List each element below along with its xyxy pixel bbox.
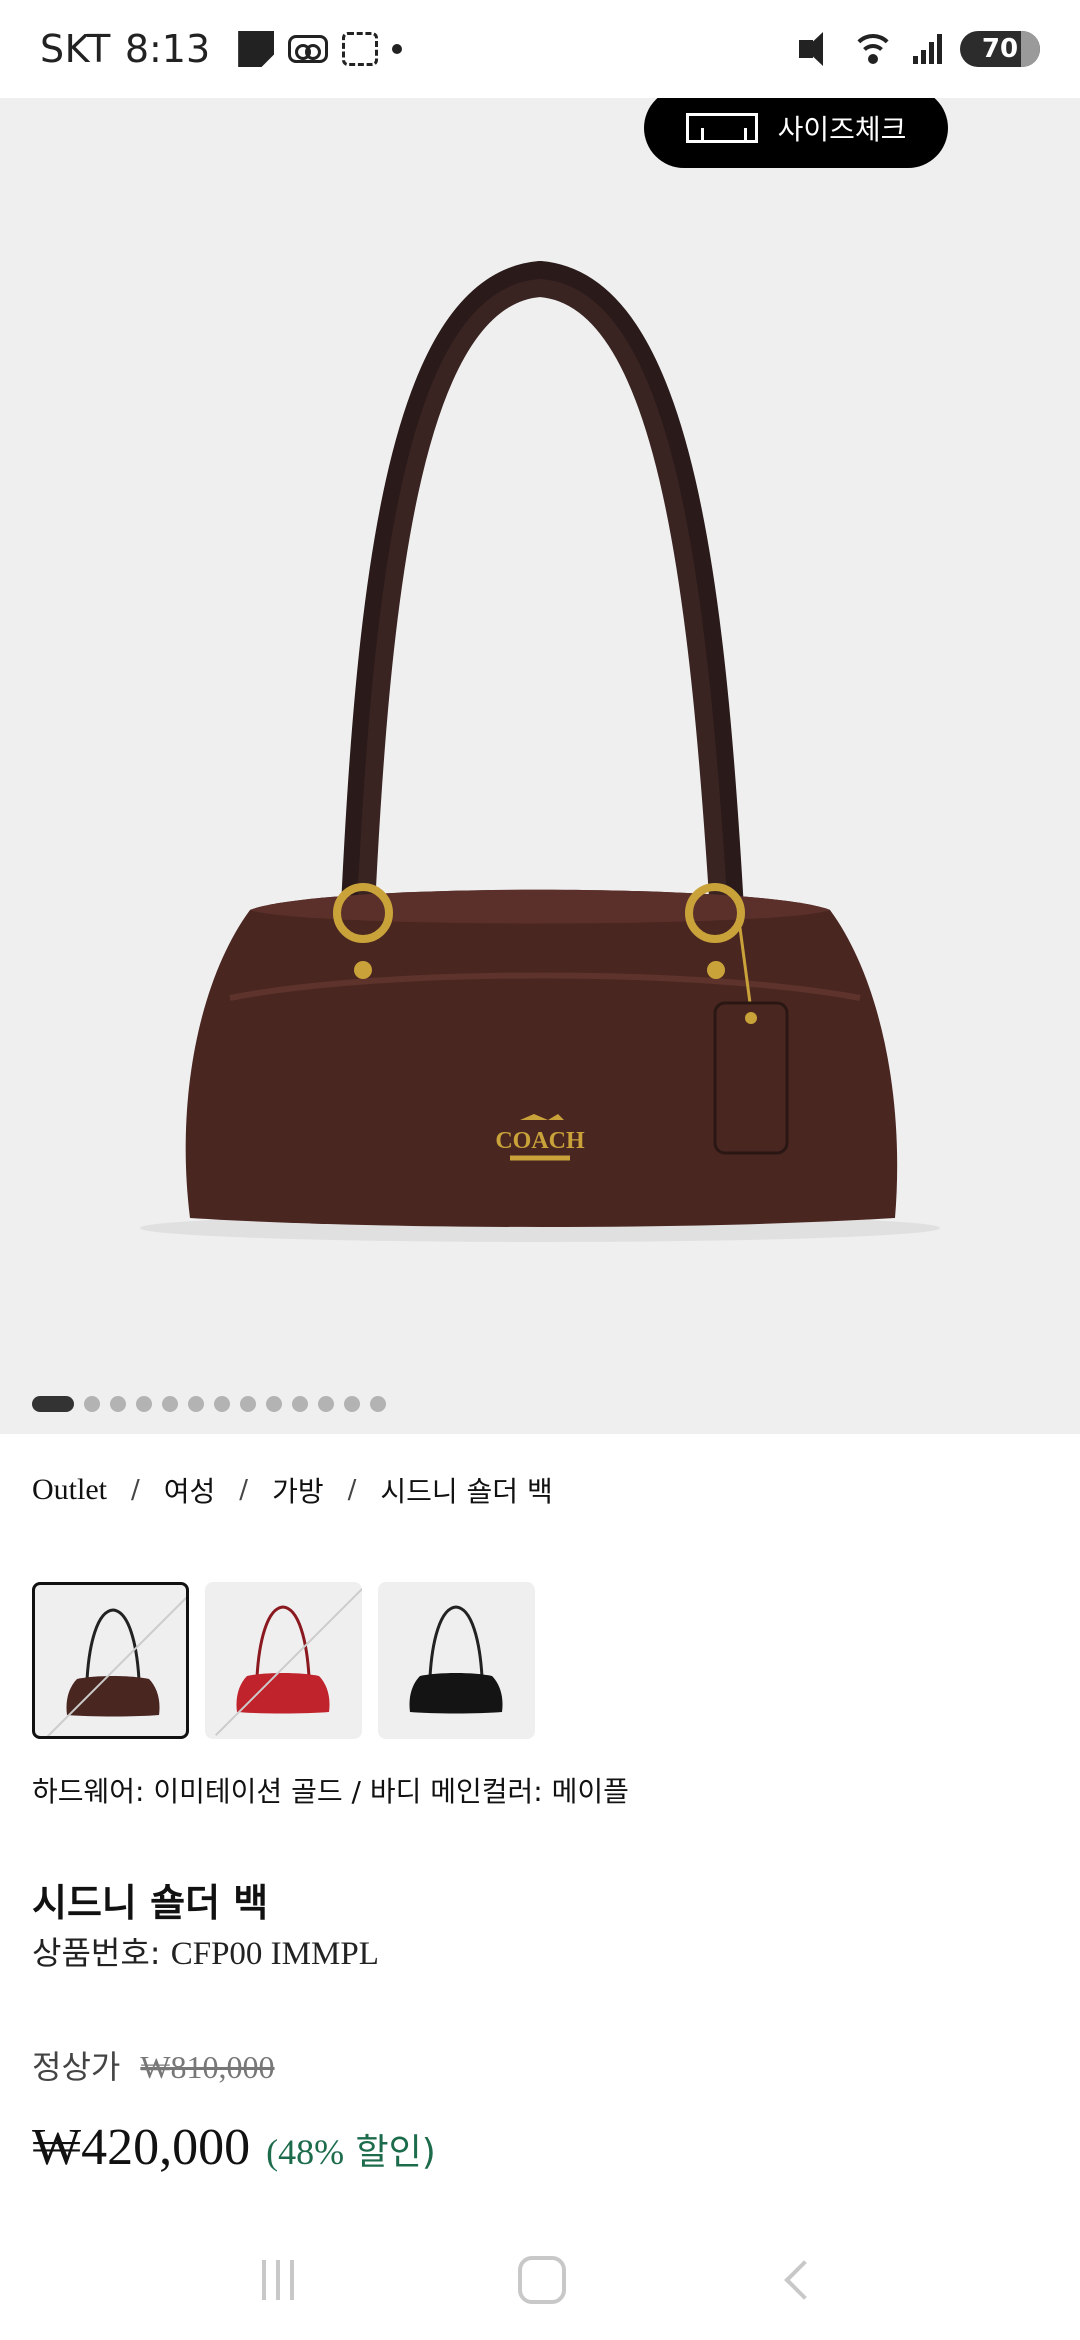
- bag-hangtag: [713, 1001, 789, 1155]
- breadcrumb-item-current: 시드니 숄더 백: [380, 1475, 553, 1508]
- recent-apps-button[interactable]: [262, 2260, 294, 2300]
- product-code-value: CFP00 IMMPL: [170, 1936, 379, 1972]
- bag-strap-back: [340, 260, 745, 943]
- discount-text: 할인): [355, 2132, 436, 2173]
- carousel-dot[interactable]: [214, 1396, 230, 1412]
- battery-level: 70: [981, 34, 1019, 64]
- sale-price: ₩420,000 (48% 할인): [32, 2118, 436, 2177]
- note-icon: [238, 31, 275, 67]
- system-nav-bar: [0, 2220, 1080, 2340]
- carousel-dot[interactable]: [318, 1396, 334, 1412]
- status-bar: SKT 8:13 70: [0, 0, 1080, 98]
- carousel-dot[interactable]: [266, 1396, 282, 1412]
- swatch-bag-thumbnail: [409, 1605, 503, 1714]
- sale-price-value: ₩420,000: [32, 2119, 251, 2176]
- carousel-pagination[interactable]: [32, 1396, 386, 1412]
- product-code: 상품번호: CFP00 IMMPL: [32, 1928, 379, 1974]
- color-swatch-list: [32, 1582, 535, 1739]
- carousel-dot[interactable]: [344, 1396, 360, 1412]
- carrier-label: SKT: [40, 27, 111, 71]
- size-check-label: 사이즈체크: [777, 113, 907, 146]
- carousel-dot[interactable]: [370, 1396, 386, 1412]
- breadcrumb-separator: /: [239, 1475, 249, 1505]
- breadcrumb-item-women[interactable]: 여성: [164, 1470, 216, 1510]
- breadcrumb-item-outlet[interactable]: Outlet: [32, 1473, 107, 1507]
- bag-rivet-left: [354, 961, 372, 979]
- status-right: 70: [799, 31, 1040, 67]
- home-button[interactable]: [518, 2256, 566, 2304]
- back-button[interactable]: [784, 2260, 824, 2300]
- clock: 8:13: [124, 27, 211, 71]
- size-check-button[interactable]: 사이즈체크: [644, 98, 948, 168]
- carousel-dot-active[interactable]: [32, 1396, 74, 1412]
- mute-icon: [799, 32, 833, 66]
- hardware-color-text: 하드웨어: 이미테이션 골드 / 바디 메인컬러: 메이플: [32, 1775, 629, 1808]
- carousel-dot[interactable]: [136, 1396, 152, 1412]
- carousel-dot[interactable]: [188, 1396, 204, 1412]
- product-image: COACH: [140, 260, 940, 1242]
- breadcrumb-separator: /: [131, 1475, 140, 1505]
- battery-indicator: 70: [960, 31, 1040, 67]
- product-title: 시드니 숄더 백: [32, 1881, 269, 1925]
- bag-rivet-right: [707, 961, 725, 979]
- swatch-bag-thumbnail: [236, 1605, 330, 1714]
- discount-percent: 48%: [278, 2132, 345, 2172]
- carousel-dot[interactable]: [84, 1396, 100, 1412]
- status-left: SKT 8:13: [40, 27, 403, 71]
- color-swatch-3[interactable]: [378, 1582, 535, 1739]
- carousel-dot[interactable]: [292, 1396, 308, 1412]
- signal-icon: [913, 34, 942, 64]
- color-swatch-2[interactable]: [205, 1582, 362, 1739]
- breadcrumb-separator: /: [347, 1475, 357, 1505]
- ruler-icon: [685, 113, 758, 143]
- regular-price: 정상가 ₩810,000: [32, 2042, 275, 2088]
- voicemail-icon: [288, 35, 329, 63]
- breadcrumb-item-bags[interactable]: 가방: [272, 1470, 324, 1510]
- carousel-dot[interactable]: [110, 1396, 126, 1412]
- product-image-carousel[interactable]: COACH 사이즈체크: [0, 98, 1080, 1434]
- carousel-dot[interactable]: [162, 1396, 178, 1412]
- notification-dot-icon: [392, 44, 403, 54]
- regular-price-label: 정상가: [32, 2048, 121, 2086]
- color-swatch-1[interactable]: [32, 1582, 189, 1739]
- swatch-bag-thumbnail: [66, 1608, 160, 1717]
- product-code-label: 상품번호:: [32, 1934, 161, 1972]
- carousel-dot[interactable]: [240, 1396, 256, 1412]
- screen-scan-icon: [342, 32, 379, 66]
- breadcrumb: Outlet / 여성 / 가방 / 시드니 숄더 백: [32, 1470, 553, 1510]
- bag-body: [185, 889, 898, 1227]
- discount-badge: (48% 할인): [266, 2123, 436, 2175]
- discount-open: (: [266, 2132, 279, 2172]
- wifi-icon: [851, 32, 895, 66]
- bag-logo-text: COACH: [495, 1128, 585, 1154]
- regular-price-value: ₩810,000: [140, 2049, 275, 2085]
